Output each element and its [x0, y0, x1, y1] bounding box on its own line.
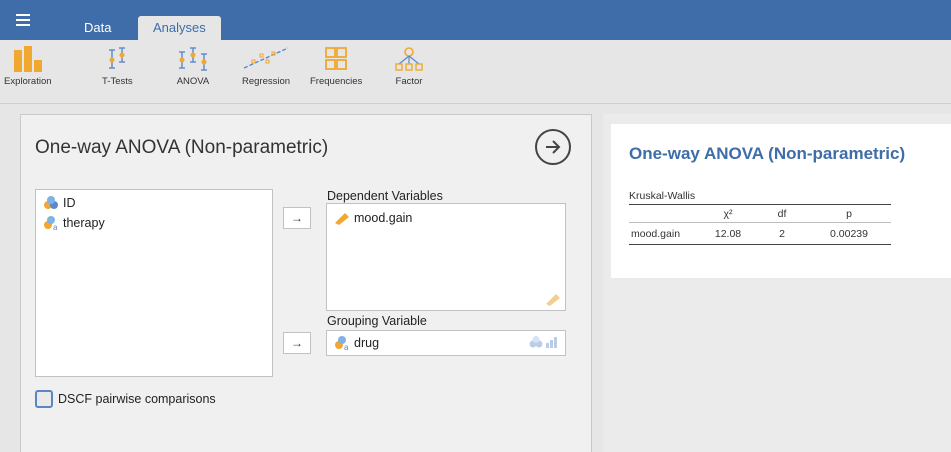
ribbon-label: Exploration [4, 76, 52, 87]
variable-name: drug [354, 336, 380, 350]
list-item-variable[interactable]: a therapy [36, 213, 272, 233]
analyses-ribbon: Exploration T-Tests ANOVA Regression Fre… [0, 40, 951, 104]
table-header-cell: χ² [699, 204, 757, 223]
ribbon-regression-button[interactable]: Regression [242, 46, 290, 87]
table-cell: 2 [757, 222, 807, 245]
grouping-variable-box[interactable]: a drug [326, 330, 566, 356]
svg-text:a: a [344, 343, 349, 350]
table-row: mood.gain 12.08 2 0.00239 [629, 222, 891, 245]
regression-icon [243, 47, 289, 69]
ribbon-frequencies-button[interactable]: Frequencies [310, 46, 362, 87]
grouping-variable-label: Grouping Variable [327, 314, 427, 328]
nominal-hint-icon [529, 336, 543, 348]
ribbon-factor-button[interactable]: Factor [394, 46, 424, 87]
tab-analyses[interactable]: Analyses [138, 16, 221, 40]
factor-icon [395, 47, 423, 71]
ordinal-hint-icon [546, 337, 557, 348]
table-header-cell: df [757, 204, 807, 223]
menu-icon[interactable] [12, 10, 34, 30]
ribbon-label: T-Tests [102, 76, 133, 87]
ribbon-label: Factor [395, 76, 423, 87]
table-header-row: χ² df p [629, 204, 891, 223]
exploration-icon [13, 46, 42, 72]
dscf-checkbox[interactable] [35, 390, 53, 408]
ribbon-label: Regression [242, 76, 291, 87]
kruskal-wallis-table: χ² df p mood.gain 12.08 2 0.00239 [629, 204, 891, 245]
available-variables-list[interactable]: ID a therapy [35, 189, 273, 377]
ribbon-anova-button[interactable]: ANOVA [176, 46, 210, 87]
list-item-variable[interactable]: mood.gain [327, 208, 565, 228]
top-tab-bar: Data Analyses [0, 0, 951, 40]
table-cell: 0.00239 [807, 222, 891, 245]
grouping-hint [529, 336, 559, 348]
analysis-options-panel: One-way ANOVA (Non-parametric) ID a ther… [20, 114, 592, 452]
dependent-variables-label: Dependent Variables [327, 189, 443, 203]
ribbon-exploration-button[interactable]: Exploration [4, 46, 52, 87]
anova-icon [179, 47, 207, 71]
ribbon-label: Frequencies [310, 76, 363, 87]
dscf-checkbox-row[interactable]: DSCF pairwise comparisons [35, 390, 216, 408]
svg-text:a: a [53, 223, 58, 230]
variable-name: ID [63, 196, 76, 210]
collapse-arrow-button[interactable] [535, 129, 571, 165]
ttests-icon [109, 47, 126, 69]
results-table-title: Kruskal-Wallis [629, 190, 696, 202]
move-to-grouping-button[interactable]: → [283, 332, 311, 354]
move-to-dependent-button[interactable]: → [283, 207, 311, 229]
dependent-variables-box[interactable]: mood.gain [326, 203, 566, 311]
list-item-variable[interactable]: ID [36, 193, 272, 213]
table-header-cell: p [807, 204, 891, 223]
variable-name: mood.gain [354, 211, 413, 225]
nominal-text-icon: a [44, 216, 58, 230]
dscf-checkbox-label: DSCF pairwise comparisons [58, 392, 216, 406]
results-panel: One-way ANOVA (Non-parametric) Kruskal-W… [611, 124, 951, 278]
options-title: One-way ANOVA (Non-parametric) [35, 137, 329, 158]
continuous-icon [335, 213, 349, 225]
arrow-right-icon [546, 140, 561, 154]
table-cell: mood.gain [629, 222, 699, 245]
nominal-integer-icon [44, 196, 58, 209]
table-header-cell [629, 204, 699, 223]
frequencies-icon [325, 47, 348, 70]
ribbon-label: ANOVA [176, 76, 210, 87]
tab-data[interactable]: Data [70, 16, 125, 40]
results-title: One-way ANOVA (Non-parametric) [629, 144, 906, 163]
ribbon-ttests-button[interactable]: T-Tests [102, 46, 133, 87]
table-cell: 12.08 [699, 222, 757, 245]
nominal-text-icon: a [335, 336, 349, 350]
variable-name: therapy [63, 216, 105, 230]
continuous-hint-icon [546, 294, 560, 306]
